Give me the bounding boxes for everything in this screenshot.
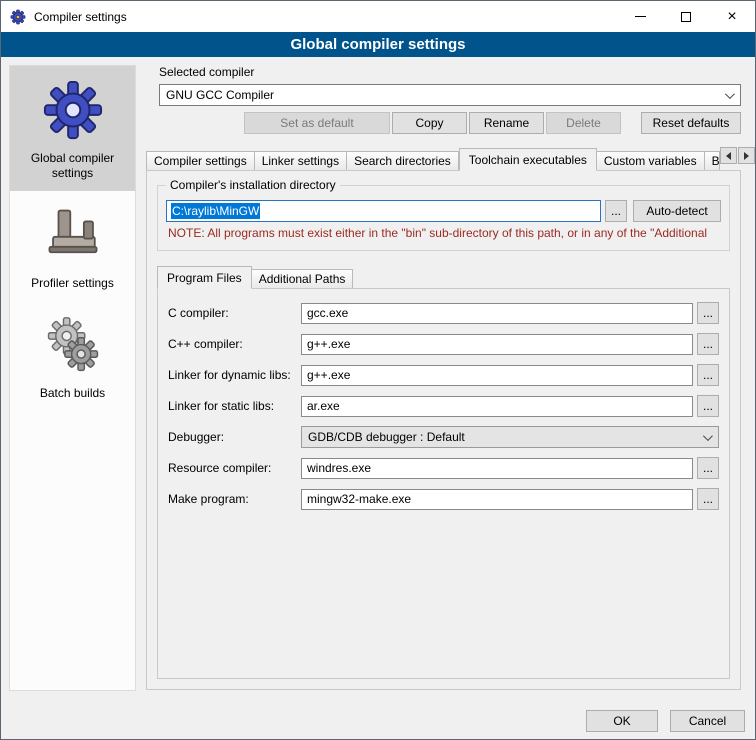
sidebar-item-label: Batch builds (40, 386, 105, 401)
tab-compiler-settings[interactable]: Compiler settings (146, 151, 255, 170)
tab-additional-paths[interactable]: Additional Paths (252, 269, 354, 288)
compiler-actions: Set as default Copy Rename Delete Reset … (146, 112, 741, 134)
tab-custom-variables[interactable]: Custom variables (597, 151, 705, 170)
selected-compiler-dropdown[interactable]: GNU GCC Compiler (159, 84, 741, 106)
close-icon: × (727, 9, 736, 25)
maximize-icon (681, 12, 691, 22)
ok-button[interactable]: OK (586, 710, 658, 732)
static-linker-label: Linker for static libs: (168, 399, 301, 413)
tab-toolchain-executables[interactable]: Toolchain executables (459, 148, 597, 171)
c-compiler-row: C compiler: ... (168, 302, 719, 324)
resource-compiler-row: Resource compiler: ... (168, 457, 719, 479)
static-linker-browse-button[interactable]: ... (697, 395, 719, 417)
program-files-panel: C compiler: ... C++ compiler: ... Linker… (157, 288, 730, 679)
static-linker-input[interactable] (301, 396, 693, 417)
arrow-left-icon (726, 152, 731, 160)
c-compiler-input[interactable] (301, 303, 693, 324)
c-compiler-browse-button[interactable]: ... (697, 302, 719, 324)
dynamic-linker-label: Linker for dynamic libs: (168, 368, 301, 382)
delete-button[interactable]: Delete (546, 112, 621, 134)
dynamic-linker-row: Linker for dynamic libs: ... (168, 364, 719, 386)
sidebar-item-profiler-settings[interactable]: Profiler settings (10, 191, 135, 301)
install-dir-input[interactable]: C:\raylib\MinGW (166, 200, 601, 222)
tab-scroll-right-button[interactable] (738, 147, 755, 164)
window-controls: × (617, 1, 755, 32)
make-program-browse-button[interactable]: ... (697, 488, 719, 510)
cpp-compiler-browse-button[interactable]: ... (697, 333, 719, 355)
titlebar: Compiler settings × (1, 1, 755, 32)
sidebar-item-label: Global compiler settings (14, 151, 131, 181)
selected-compiler-value: GNU GCC Compiler (166, 88, 274, 102)
profiler-tool-icon (41, 203, 105, 267)
make-program-input[interactable] (301, 489, 693, 510)
tab-scrollers (720, 147, 755, 164)
copy-button[interactable]: Copy (392, 112, 467, 134)
installation-directory-row: C:\raylib\MinGW ... Auto-detect (166, 200, 721, 222)
compiler-settings-window: Compiler settings × Global compiler sett… (0, 0, 756, 740)
minimize-icon (635, 16, 646, 17)
toolchain-executables-panel: Compiler's installation directory C:\ray… (146, 170, 741, 690)
settings-category-list: Global compiler settings Profiler settin… (9, 65, 136, 691)
chevron-down-icon (725, 89, 735, 99)
dynamic-linker-input[interactable] (301, 365, 693, 386)
reset-defaults-button[interactable]: Reset defaults (641, 112, 741, 134)
resource-compiler-label: Resource compiler: (168, 461, 301, 475)
auto-detect-button[interactable]: Auto-detect (633, 200, 721, 222)
resource-compiler-input[interactable] (301, 458, 693, 479)
tab-build-truncated[interactable]: Buil (705, 151, 720, 170)
sidebar-item-batch-builds[interactable]: Batch builds (10, 301, 135, 411)
selected-compiler-label: Selected compiler (159, 65, 741, 79)
minimize-button[interactable] (617, 1, 663, 32)
cpp-compiler-label: C++ compiler: (168, 337, 301, 351)
app-icon (10, 9, 26, 25)
tab-scroll-left-button[interactable] (720, 147, 737, 164)
debugger-row: Debugger: GDB/CDB debugger : Default (168, 426, 719, 448)
set-as-default-button[interactable]: Set as default (244, 112, 390, 134)
dialog-body: Global compiler settings Profiler settin… (1, 57, 755, 740)
c-compiler-label: C compiler: (168, 306, 301, 320)
make-program-label: Make program: (168, 492, 301, 506)
bin-subdirectory-note: NOTE: All programs must exist either in … (168, 226, 721, 240)
tab-search-directories[interactable]: Search directories (347, 151, 459, 170)
install-dir-value: C:\raylib\MinGW (171, 203, 260, 219)
dialog-header: Global compiler settings (1, 32, 755, 57)
blue-gear-icon (41, 78, 105, 142)
close-button[interactable]: × (709, 1, 755, 32)
chevron-down-icon (703, 431, 713, 441)
debugger-value: GDB/CDB debugger : Default (308, 430, 465, 444)
cpp-compiler-row: C++ compiler: ... (168, 333, 719, 355)
debugger-dropdown[interactable]: GDB/CDB debugger : Default (301, 426, 719, 448)
rename-button[interactable]: Rename (469, 112, 544, 134)
cancel-button[interactable]: Cancel (670, 710, 745, 732)
tab-program-files[interactable]: Program Files (157, 266, 252, 289)
install-dir-browse-button[interactable]: ... (605, 200, 627, 222)
window-title: Compiler settings (34, 10, 127, 24)
debugger-label: Debugger: (168, 430, 301, 444)
sidebar-item-global-compiler-settings[interactable]: Global compiler settings (10, 66, 135, 191)
maximize-button[interactable] (663, 1, 709, 32)
program-files-tabstrip: Program Files Additional Paths (157, 265, 730, 288)
installation-directory-group: Compiler's installation directory C:\ray… (157, 185, 730, 251)
main-panel: Selected compiler GNU GCC Compiler Set a… (146, 65, 741, 690)
dynamic-linker-browse-button[interactable]: ... (697, 364, 719, 386)
make-program-row: Make program: ... (168, 488, 719, 510)
dialog-footer: OK Cancel (1, 710, 755, 732)
installation-directory-title: Compiler's installation directory (166, 178, 340, 192)
cpp-compiler-input[interactable] (301, 334, 693, 355)
static-linker-row: Linker for static libs: ... (168, 395, 719, 417)
gray-gears-icon (41, 313, 105, 377)
sidebar-item-label: Profiler settings (31, 276, 114, 291)
tab-linker-settings[interactable]: Linker settings (255, 151, 347, 170)
resource-compiler-browse-button[interactable]: ... (697, 457, 719, 479)
arrow-right-icon (744, 152, 749, 160)
settings-tabstrip: Compiler settings Linker settings Search… (146, 147, 741, 170)
